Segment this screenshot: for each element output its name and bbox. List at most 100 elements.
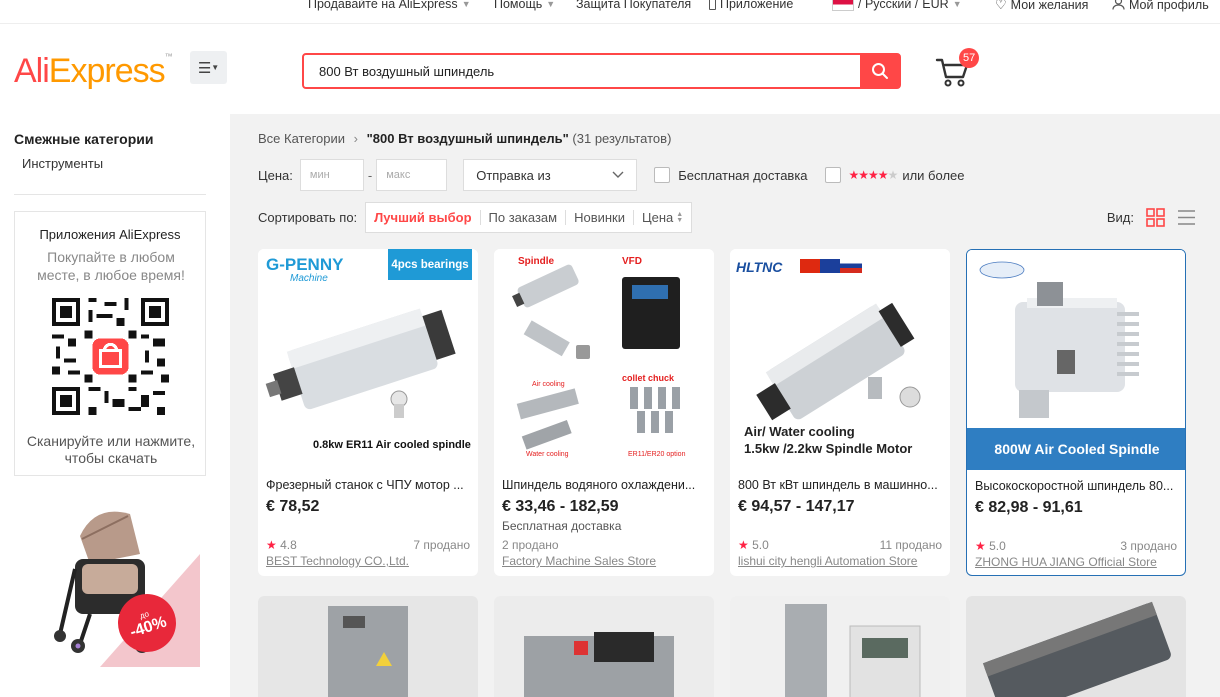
- product-image[interactable]: G-PENNY Machine 4pcs bearings 0.8kw ER11…: [258, 249, 478, 469]
- store-link[interactable]: ZHONG HUA JIANG Official Store: [975, 555, 1157, 569]
- logo-ali-text: Ali: [14, 52, 50, 90]
- store-link[interactable]: lishui city hengli Automation Store: [738, 554, 917, 568]
- product-card[interactable]: Spindle VFD Air cooling collet chuck Wat…: [494, 249, 714, 576]
- language-currency-selector[interactable]: / Русский / EUR ▼: [832, 0, 962, 11]
- aliexpress-logo[interactable]: AliExpress™: [14, 52, 173, 91]
- search-bar: [302, 53, 901, 89]
- cooling-caption: Air/ Water cooling: [744, 424, 855, 439]
- caret-down-icon: ▼: [546, 0, 556, 9]
- product-image: [258, 596, 478, 697]
- sort-best-match[interactable]: Лучший выбор: [366, 210, 479, 225]
- product-price: € 33,46 - 182,59: [502, 498, 619, 515]
- free-shipping-label: Бесплатная доставка: [502, 519, 622, 533]
- spindle-kit-drawing: [512, 264, 680, 450]
- free-shipping-label[interactable]: Бесплатная доставка: [678, 168, 807, 183]
- product-image[interactable]: 800W Air Cooled Spindle: [967, 250, 1185, 470]
- search-icon: [871, 63, 888, 79]
- ship-from-dropdown[interactable]: Отправка из: [463, 159, 638, 191]
- app-subtitle: Покупайте в любом месте, в любое время!: [37, 249, 185, 283]
- product-title[interactable]: 800 Вт кВт шпиндель в машинно...: [738, 478, 942, 492]
- heart-icon: ♡: [995, 0, 1007, 12]
- top-bar: Продавайте на AliExpress ▼ Помощь ▼ Защита…: [0, 0, 1220, 24]
- star-icon: ★: [975, 539, 986, 553]
- caret-down-icon: ▼: [211, 63, 220, 72]
- stroller-image: [20, 494, 200, 667]
- profile-label: Мой профиль: [1129, 0, 1209, 12]
- product-image[interactable]: HLTNC Air/ Water cooling 1.5kw /2.2kw Sp…: [730, 249, 950, 469]
- logo-trademark: ™: [164, 52, 173, 61]
- view-toggle: Вид:: [1107, 208, 1196, 227]
- price-min-input[interactable]: мин: [299, 159, 364, 191]
- app-title: Приложения AliExpress: [39, 227, 181, 242]
- free-shipping-checkbox[interactable]: [654, 167, 671, 183]
- product-card[interactable]: HLTNC Air/ Water cooling 1.5kw /2.2kw Sp…: [730, 249, 950, 576]
- sidebar: Смежные категории Инструменты Приложения…: [0, 114, 230, 697]
- sold-count: 7 продано: [413, 538, 470, 552]
- sort-price[interactable]: Цена ▲ ▼: [633, 210, 691, 225]
- product-card[interactable]: [494, 596, 714, 697]
- help-link[interactable]: Помощь ▼: [494, 0, 555, 11]
- product-image[interactable]: Spindle VFD Air cooling collet chuck Wat…: [494, 249, 714, 469]
- sold-count: 3 продано: [1120, 539, 1177, 553]
- product-image: [730, 596, 950, 697]
- logo-express-text: Express: [48, 52, 166, 90]
- sort-price-label: Цена: [642, 210, 674, 225]
- buyer-protection-link[interactable]: Защита Покупателя: [576, 0, 691, 11]
- caret-down-icon: ▼: [461, 0, 471, 9]
- product-rating: ★ 5.0: [738, 538, 769, 552]
- app-scan-text: Сканируйте или нажмите, чтобы скачать: [26, 433, 196, 466]
- water-cooling-label: Water cooling: [526, 451, 569, 458]
- sell-on-aliexpress-link[interactable]: Продавайте на AliExpress ▼: [308, 0, 471, 11]
- product-title[interactable]: Высокоскоростной шпиндель 80...: [975, 479, 1179, 493]
- app-link[interactable]: Приложение: [709, 0, 793, 11]
- breadcrumb: Все Категории › "800 Вт воздушный шпинде…: [258, 131, 671, 146]
- store-link[interactable]: Factory Machine Sales Store: [502, 554, 656, 568]
- wishlist-label: Мои желания: [1010, 0, 1089, 12]
- phone-icon: [709, 0, 716, 10]
- search-results: Все Категории › "800 Вт воздушный шпинде…: [230, 114, 1220, 697]
- cart-count-badge: 57: [959, 48, 980, 68]
- profile-link[interactable]: Мой профиль: [1112, 0, 1209, 13]
- product-card[interactable]: 800W Air Cooled Spindle Высокоскоростной…: [966, 249, 1186, 576]
- qr-code[interactable]: [52, 298, 169, 415]
- app-download-box[interactable]: Приложения AliExpress Покупайте в любом …: [14, 211, 206, 476]
- product-card[interactable]: [966, 596, 1186, 697]
- sort-newest[interactable]: Новинки: [565, 210, 633, 225]
- sold-count: 2 продано: [502, 538, 559, 552]
- search-button[interactable]: [860, 55, 899, 87]
- breadcrumb-root[interactable]: Все Категории: [258, 131, 345, 146]
- power-caption: 1.5kw /2.2kw Spindle Motor: [744, 441, 913, 456]
- sort-orders[interactable]: По заказам: [479, 210, 566, 225]
- cart-button[interactable]: 57: [935, 48, 980, 88]
- product-card[interactable]: G-PENNY Machine 4pcs bearings 0.8kw ER11…: [258, 249, 478, 576]
- price-dash: -: [367, 167, 373, 183]
- chevron-right-icon: ›: [353, 131, 358, 146]
- language-label: / Русский /: [858, 0, 919, 11]
- hamburger-icon: ☰: [197, 59, 212, 77]
- grid-view-icon[interactable]: [1146, 208, 1165, 227]
- category-menu-button[interactable]: ☰ ▼: [190, 51, 227, 84]
- app-label: Приложение: [720, 0, 794, 11]
- product-card[interactable]: [258, 596, 478, 697]
- rating-or-more-label[interactable]: или более: [902, 168, 964, 183]
- breadcrumb-query: "800 Вт воздушный шпиндель": [366, 131, 569, 146]
- search-input[interactable]: [304, 55, 860, 87]
- rating-filter-checkbox[interactable]: [824, 167, 841, 183]
- rating-value: 5.0: [989, 539, 1006, 553]
- related-category-tools[interactable]: Инструменты: [22, 156, 103, 171]
- image-caption: 0.8kw ER11 Air cooled spindle: [313, 439, 471, 451]
- product-card[interactable]: [730, 596, 950, 697]
- view-label: Вид:: [1106, 210, 1134, 225]
- product-rating: ★ 5.0: [975, 539, 1006, 553]
- rating-value: 4.8: [280, 538, 297, 552]
- filter-row: Цена: мин - макс Отправка из Бесплатная …: [258, 159, 964, 191]
- store-link[interactable]: BEST Technology CO.,Ltd.: [266, 554, 409, 568]
- air-cooling-label: Air cooling: [532, 381, 565, 388]
- wishlist-link[interactable]: ♡ Мои желания: [995, 0, 1088, 13]
- product-title[interactable]: Шпиндель водяного охлаждени...: [502, 478, 706, 492]
- price-max-input[interactable]: макс: [376, 159, 448, 191]
- product-title[interactable]: Фрезерный станок с ЧПУ мотор ...: [266, 478, 470, 492]
- sell-label: Продавайте на AliExpress: [308, 0, 458, 11]
- list-view-icon[interactable]: [1177, 208, 1196, 227]
- promo-banner-stroller[interactable]: до -40%: [20, 494, 200, 667]
